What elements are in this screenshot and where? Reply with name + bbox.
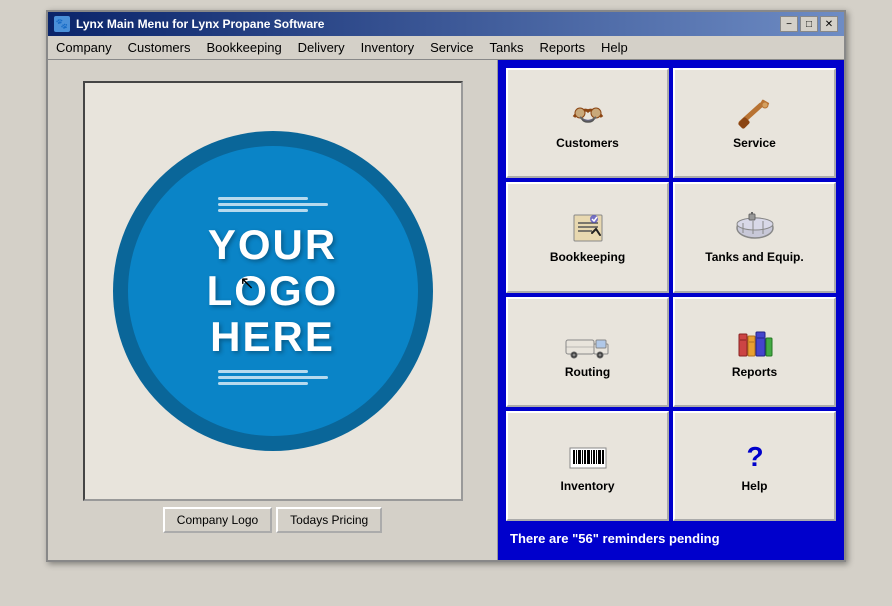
- menu-help[interactable]: Help: [593, 38, 636, 57]
- company-logo-button[interactable]: Company Logo: [163, 507, 272, 533]
- grid-btn-reports[interactable]: Reports: [673, 297, 836, 407]
- app-icon: 🐾: [54, 16, 70, 32]
- logo-line-4: [218, 370, 308, 373]
- logo-lines-top: [218, 197, 328, 212]
- window-title: Lynx Main Menu for Lynx Propane Software: [76, 17, 324, 31]
- grid-row-2: Bookkeeping Tanks a: [506, 182, 836, 292]
- minimize-button[interactable]: −: [780, 16, 798, 32]
- grid-btn-tanks[interactable]: Tanks and Equip.: [673, 182, 836, 292]
- logo-line-1: [218, 197, 308, 200]
- menu-bookkeeping[interactable]: Bookkeeping: [199, 38, 290, 57]
- inventory-label: Inventory: [560, 479, 614, 493]
- left-panel: YOUR LOGO HERE ↖ Company Logo: [48, 60, 498, 560]
- cursor-icon: ↖: [240, 273, 255, 294]
- inventory-icon: [564, 439, 612, 475]
- logo-line-6: [218, 382, 308, 385]
- maximize-button[interactable]: □: [800, 16, 818, 32]
- logo-text: YOUR LOGO HERE: [207, 222, 339, 361]
- logo-lines-bottom: [218, 370, 328, 385]
- help-icon: ?: [731, 439, 779, 475]
- title-bar-left: 🐾 Lynx Main Menu for Lynx Propane Softwa…: [54, 16, 324, 32]
- logo-circle-inner: YOUR LOGO HERE: [128, 146, 418, 436]
- menu-company[interactable]: Company: [48, 38, 120, 57]
- help-label: Help: [741, 479, 767, 493]
- main-window: 🐾 Lynx Main Menu for Lynx Propane Softwa…: [46, 10, 846, 562]
- grid-btn-service[interactable]: Service: [673, 68, 836, 178]
- menu-inventory[interactable]: Inventory: [353, 38, 422, 57]
- tanks-icon: [731, 210, 779, 246]
- routing-label: Routing: [565, 365, 610, 379]
- grid-btn-routing[interactable]: Routing: [506, 297, 669, 407]
- logo-line-your: YOUR: [207, 222, 339, 268]
- reports-label: Reports: [732, 365, 777, 379]
- main-content: YOUR LOGO HERE ↖ Company Logo: [48, 60, 844, 560]
- menu-delivery[interactable]: Delivery: [290, 38, 353, 57]
- logo-line-5: [218, 376, 328, 379]
- menu-bar: Company Customers Bookkeeping Delivery I…: [48, 36, 844, 60]
- grid-btn-help[interactable]: ? Help: [673, 411, 836, 521]
- grid-btn-customers[interactable]: Customers: [506, 68, 669, 178]
- menu-reports[interactable]: Reports: [531, 38, 593, 57]
- reports-icon: [731, 325, 779, 361]
- logo-line-logo: LOGO: [207, 268, 339, 314]
- logo-line-2: [218, 203, 328, 206]
- bookkeeping-label: Bookkeeping: [550, 250, 625, 264]
- bookkeeping-icon: [564, 210, 612, 246]
- grid-row-4: Inventory ? Help: [506, 411, 836, 521]
- menu-service[interactable]: Service: [422, 38, 481, 57]
- menu-customers[interactable]: Customers: [120, 38, 199, 57]
- customers-label: Customers: [556, 136, 619, 150]
- right-panel: Customers Service: [498, 60, 844, 560]
- reminders-text: There are "56" reminders pending: [510, 531, 720, 546]
- svg-text:?: ?: [746, 441, 763, 472]
- close-button[interactable]: ✕: [820, 16, 838, 32]
- logo-line-here: HERE: [207, 314, 339, 360]
- logo-area: YOUR LOGO HERE ↖: [83, 81, 463, 501]
- tanks-label: Tanks and Equip.: [705, 250, 803, 264]
- grid-row-3: Routing: [506, 297, 836, 407]
- grid-btn-bookkeeping[interactable]: Bookkeeping: [506, 182, 669, 292]
- logo-line-3: [218, 209, 308, 212]
- menu-tanks[interactable]: Tanks: [481, 38, 531, 57]
- todays-pricing-button[interactable]: Todays Pricing: [276, 507, 382, 533]
- grid-btn-inventory[interactable]: Inventory: [506, 411, 669, 521]
- customers-icon: [564, 96, 612, 132]
- grid-row-1: Customers Service: [506, 68, 836, 178]
- routing-icon: [564, 325, 612, 361]
- title-bar-controls: − □ ✕: [780, 16, 838, 32]
- title-bar: 🐾 Lynx Main Menu for Lynx Propane Softwa…: [48, 12, 844, 36]
- service-icon: [731, 96, 779, 132]
- logo-circle-outer: YOUR LOGO HERE: [113, 131, 433, 451]
- reminders-bar: There are "56" reminders pending: [506, 525, 836, 552]
- service-label: Service: [733, 136, 776, 150]
- bottom-buttons: Company Logo Todays Pricing: [153, 501, 392, 539]
